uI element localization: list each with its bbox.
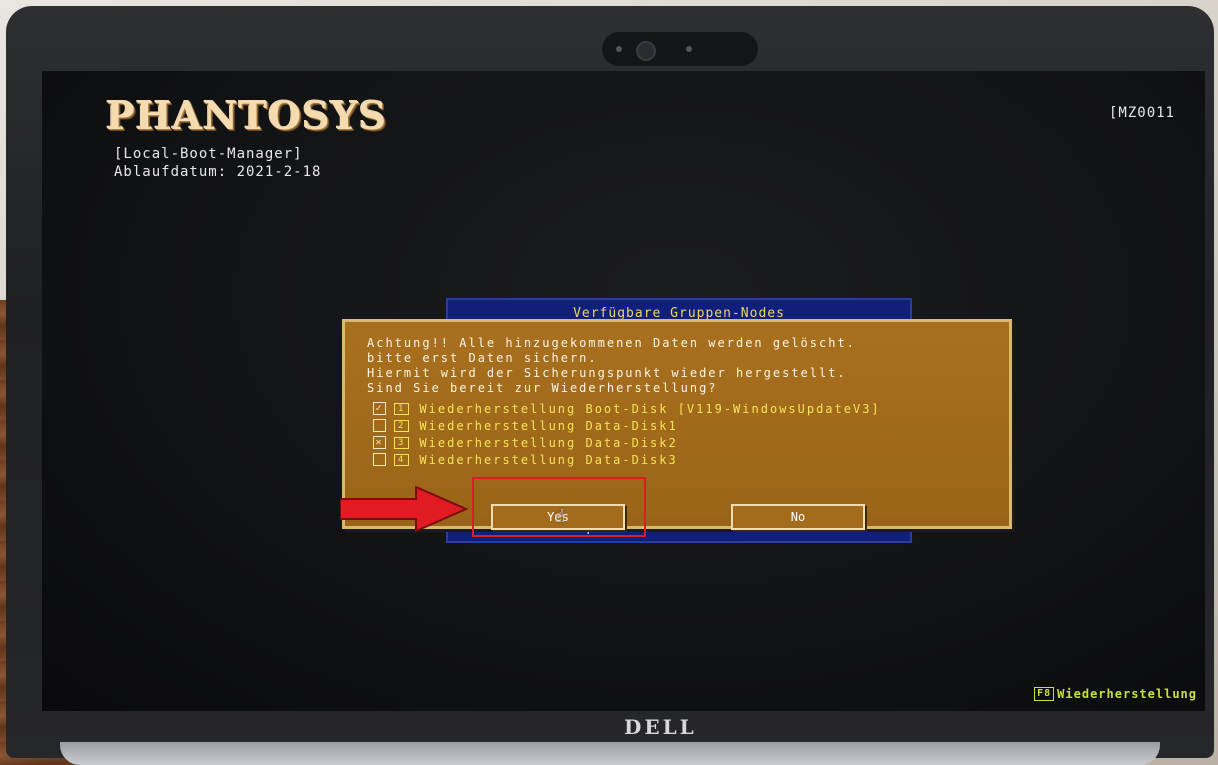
- boot-manager-label: [Local-Boot-Manager]: [114, 146, 303, 162]
- laptop-bezel: PHANTOSYS [Local-Boot-Manager] Ablaufdat…: [6, 6, 1214, 758]
- phantosys-logo: PHANTOSYS: [106, 93, 388, 138]
- webcam-lens: [636, 41, 656, 61]
- no-button[interactable]: No: [731, 504, 865, 530]
- checkbox-icon[interactable]: [373, 453, 386, 466]
- checkbox-icon[interactable]: ✓: [373, 402, 386, 415]
- warning-message: Achtung!! Alle hinzugekommenen Daten wer…: [367, 336, 856, 395]
- webcam-sensor: [686, 46, 692, 52]
- status-text: Wiederherstellung: [1057, 687, 1197, 701]
- status-indicator: F8 Wiederherstellung: [1034, 687, 1197, 701]
- checkbox-icon[interactable]: ✕: [373, 436, 386, 449]
- machine-id: [MZ0011: [1108, 105, 1175, 121]
- option-data-disk1[interactable]: 2 Wiederherstellung Data-Disk1: [373, 417, 881, 434]
- option-data-disk3[interactable]: 4 Wiederherstellung Data-Disk3: [373, 451, 881, 468]
- webcam: [602, 32, 758, 66]
- option-boot-disk[interactable]: ✓ 1 Wiederherstellung Boot-Disk [V119-Wi…: [373, 400, 881, 417]
- checkbox-icon[interactable]: [373, 419, 386, 432]
- option-label: Wiederherstellung Data-Disk2: [419, 435, 678, 450]
- expiry-date: Ablaufdatum: 2021-2-18: [114, 164, 322, 180]
- option-number: 2: [394, 419, 410, 432]
- option-data-disk2[interactable]: ✕ 3 Wiederherstellung Data-Disk2: [373, 434, 881, 451]
- boot-screen: PHANTOSYS [Local-Boot-Manager] Ablaufdat…: [42, 71, 1205, 711]
- option-number: 4: [394, 453, 410, 466]
- laptop-base: [60, 742, 1160, 765]
- red-arrow-icon: [340, 485, 468, 533]
- option-number: 1: [394, 402, 410, 415]
- option-label: Wiederherstellung Boot-Disk [V119-Window…: [419, 401, 881, 416]
- option-label: Wiederherstellung Data-Disk3: [419, 452, 678, 467]
- option-label: Wiederherstellung Data-Disk1: [419, 418, 678, 433]
- dell-logo: DELL: [624, 715, 697, 739]
- webcam-indicator: [616, 46, 622, 52]
- highlight-box: [472, 477, 646, 537]
- restore-options: ✓ 1 Wiederherstellung Boot-Disk [V119-Wi…: [373, 400, 881, 468]
- no-label: No: [790, 510, 806, 524]
- option-number: 3: [394, 436, 410, 449]
- key-hint: F8: [1034, 687, 1055, 701]
